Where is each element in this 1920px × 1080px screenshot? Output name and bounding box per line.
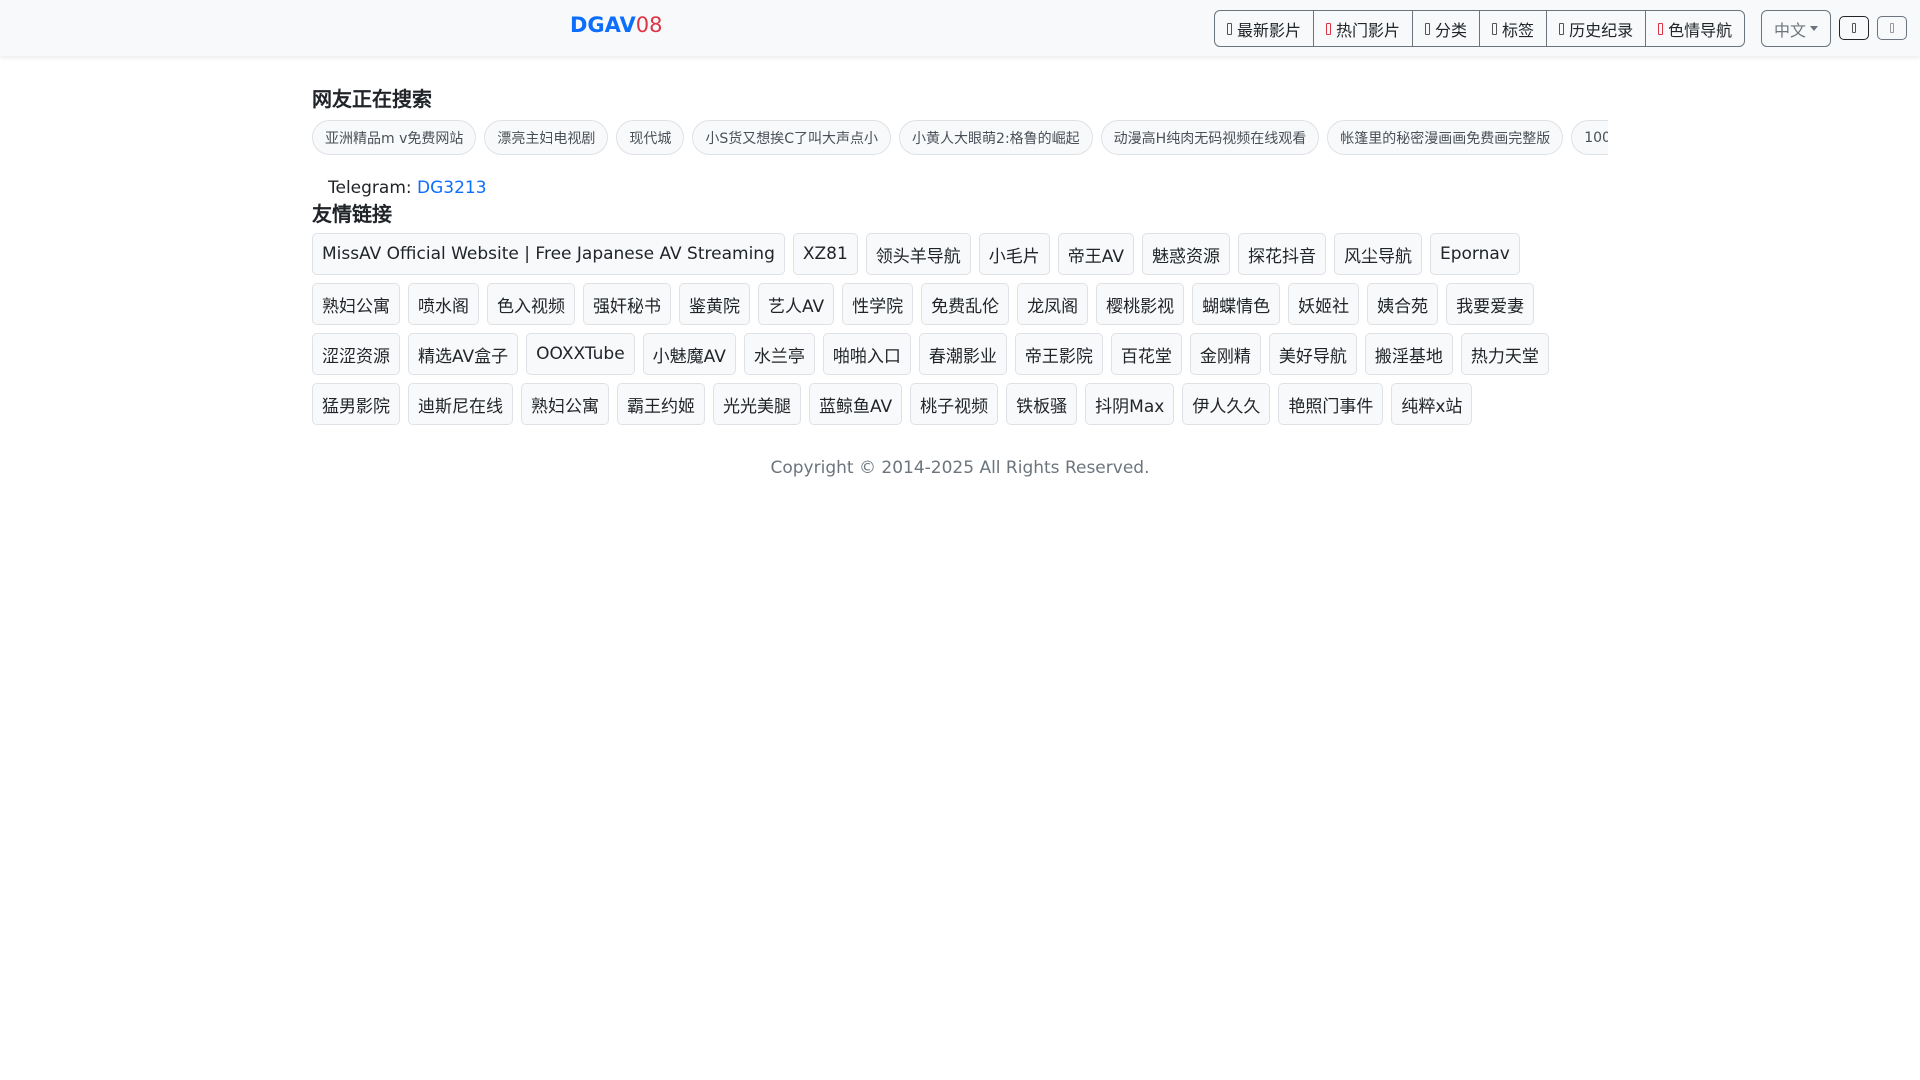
friend-link[interactable]: 啪啪入口 <box>822 333 911 375</box>
friend-link[interactable]: 蝴蝶情色 <box>1192 283 1281 325</box>
navbar: DGAV08 最新影片 热门影片 分类 标签 历史纪录 色情导航 中文 <box>0 0 1920 56</box>
friend-link[interactable]: XZ81 <box>792 233 858 275</box>
friend-link[interactable]: 熟妇公寓 <box>312 283 400 325</box>
search-tag[interactable]: 小S货又想挨C了叫大声点小 <box>692 120 892 155</box>
moon-icon <box>1852 23 1856 33</box>
friend-link[interactable]: 妖姬社 <box>1288 283 1360 325</box>
friend-link[interactable]: 搬淫基地 <box>1364 333 1453 375</box>
friend-link[interactable]: MissAV Official Website | Free Japanese … <box>312 233 785 275</box>
nav-button[interactable]: 最新影片 <box>1215 11 1315 46</box>
friend-link[interactable]: 精选AV盒子 <box>408 333 519 375</box>
friend-link[interactable]: 姨合苑 <box>1367 283 1439 325</box>
search-tag[interactable]: 亚洲精品m v免费网站 <box>312 120 477 155</box>
nav-button[interactable]: 热门影片 <box>1314 11 1414 46</box>
search-tag[interactable]: 小黄人大眼萌2:格鲁的崛起 <box>899 120 1093 155</box>
friend-link[interactable]: 涩涩资源 <box>312 333 400 375</box>
friend-link[interactable]: 伊人久久 <box>1182 383 1271 425</box>
telegram-label: Telegram: <box>328 178 412 198</box>
friend-link[interactable]: 蓝鲸鱼AV <box>809 383 903 425</box>
friend-link[interactable]: 百花堂 <box>1110 333 1182 375</box>
search-tag[interactable]: 漂亮主妇电视剧 <box>484 120 609 155</box>
tag-icon <box>1492 22 1498 35</box>
user-button[interactable] <box>1877 16 1907 40</box>
grid-icon <box>1425 22 1431 35</box>
friend-link[interactable]: 色入视频 <box>487 283 575 325</box>
friend-link[interactable]: 魅惑资源 <box>1141 233 1230 275</box>
friend-link[interactable]: 性学院 <box>842 283 914 325</box>
user-icon <box>1890 23 1894 33</box>
nav-label: 热门影片 <box>1336 20 1401 40</box>
nav-button[interactable]: 色情导航 <box>1646 11 1744 46</box>
section-title-friends: 友情链接 <box>312 202 392 226</box>
friend-link[interactable]: OOXXTube <box>526 333 635 375</box>
nav-button-group: 最新影片 热门影片 分类 标签 历史纪录 色情导航 <box>1214 10 1746 47</box>
friend-link[interactable]: Epornav <box>1429 233 1520 275</box>
friend-link[interactable]: 强奸秘书 <box>583 283 671 325</box>
friend-link[interactable]: 美好导航 <box>1268 333 1357 375</box>
caret-down-icon <box>1810 26 1818 31</box>
nav-label: 色情导航 <box>1668 20 1733 40</box>
telegram-link[interactable]: DG3213 <box>417 178 487 198</box>
section-title-searching: 网友正在搜索 <box>312 87 432 111</box>
language-dropdown[interactable]: 中文 <box>1761 10 1831 47</box>
copyright: Copyright © 2014-2025 All Rights Reserve… <box>770 458 1150 478</box>
brand-suffix: 08 <box>635 13 663 37</box>
brand-main: DGAV <box>570 13 636 37</box>
friend-link[interactable]: 光光美腿 <box>713 383 801 425</box>
friend-link[interactable]: 小魅魔AV <box>642 333 736 375</box>
friend-link[interactable]: 纯粹x站 <box>1391 383 1473 425</box>
friend-link[interactable]: 小毛片 <box>978 233 1050 275</box>
friend-link[interactable]: 帝王AV <box>1057 233 1134 275</box>
friend-link[interactable]: 风尘导航 <box>1333 233 1422 275</box>
friend-link[interactable]: 抖阴Max <box>1085 383 1175 425</box>
nav-label: 标签 <box>1502 20 1535 40</box>
search-tag[interactable]: 100 <box>1571 120 1608 155</box>
friend-link[interactable]: 喷水阁 <box>408 283 479 325</box>
nav-button[interactable]: 标签 <box>1480 11 1548 46</box>
friend-link[interactable]: 艳照门事件 <box>1278 383 1384 425</box>
friend-link[interactable]: 探花抖音 <box>1237 233 1326 275</box>
friend-link[interactable]: 春潮影业 <box>918 333 1007 375</box>
language-label: 中文 <box>1773 20 1806 40</box>
friend-link[interactable]: 猛男影院 <box>312 383 400 425</box>
search-tag[interactable]: 现代城 <box>616 120 685 155</box>
brand-logo[interactable]: DGAV08 <box>570 13 662 37</box>
friend-links: MissAV Official Website | Free Japanese … <box>312 233 1608 425</box>
friend-link[interactable]: 水兰亭 <box>743 333 815 375</box>
nav-button[interactable]: 分类 <box>1413 11 1481 46</box>
heart-icon <box>1658 22 1664 35</box>
search-tags: 亚洲精品m v免费网站 漂亮主妇电视剧 现代城 小S货又想挨C了叫大声点小 小黄人大眼萌… <box>312 120 1608 155</box>
friend-link[interactable]: 免费乱伦 <box>921 283 1010 325</box>
friend-link[interactable]: 领头羊导航 <box>865 233 971 275</box>
friend-link[interactable]: 熟妇公寓 <box>521 383 609 425</box>
friend-link[interactable]: 桃子视频 <box>910 383 999 425</box>
friend-link[interactable]: 霸王约姬 <box>617 383 705 425</box>
friends-section: Telegram: DG3213 友情链接 MissAV Official We… <box>312 178 1608 425</box>
nav-label: 分类 <box>1435 20 1468 40</box>
search-tag[interactable]: 帐篷里的秘密漫画画免费画完整版 <box>1327 120 1564 155</box>
friend-link[interactable]: 金刚精 <box>1189 333 1261 375</box>
search-tag[interactable]: 动漫高H纯肉无码视频在线观看 <box>1100 120 1320 155</box>
friend-link[interactable]: 我要爱妻 <box>1446 283 1535 325</box>
search-section: 网友正在搜索 亚洲精品m v免费网站 漂亮主妇电视剧 现代城 小S货又想挨C了叫大声点… <box>312 83 1608 155</box>
nav-label: 最新影片 <box>1237 20 1302 40</box>
nav-button[interactable]: 历史纪录 <box>1547 11 1647 46</box>
history-icon <box>1559 22 1565 35</box>
friend-link[interactable]: 热力天堂 <box>1460 333 1549 375</box>
friend-link[interactable]: 铁板骚 <box>1006 383 1078 425</box>
telegram-line: Telegram: DG3213 <box>328 178 1608 198</box>
friend-link[interactable]: 艺人AV <box>758 283 835 325</box>
nav-label: 历史纪录 <box>1569 20 1634 40</box>
friend-link[interactable]: 龙凤阁 <box>1017 283 1089 325</box>
friend-link[interactable]: 鉴黄院 <box>679 283 750 325</box>
fire-icon <box>1326 22 1332 35</box>
friend-link[interactable]: 樱桃影视 <box>1096 283 1185 325</box>
friend-link[interactable]: 迪斯尼在线 <box>408 383 513 425</box>
friend-link[interactable]: 帝王影院 <box>1014 333 1103 375</box>
theme-toggle-button[interactable] <box>1839 16 1869 40</box>
film-icon <box>1227 22 1232 35</box>
